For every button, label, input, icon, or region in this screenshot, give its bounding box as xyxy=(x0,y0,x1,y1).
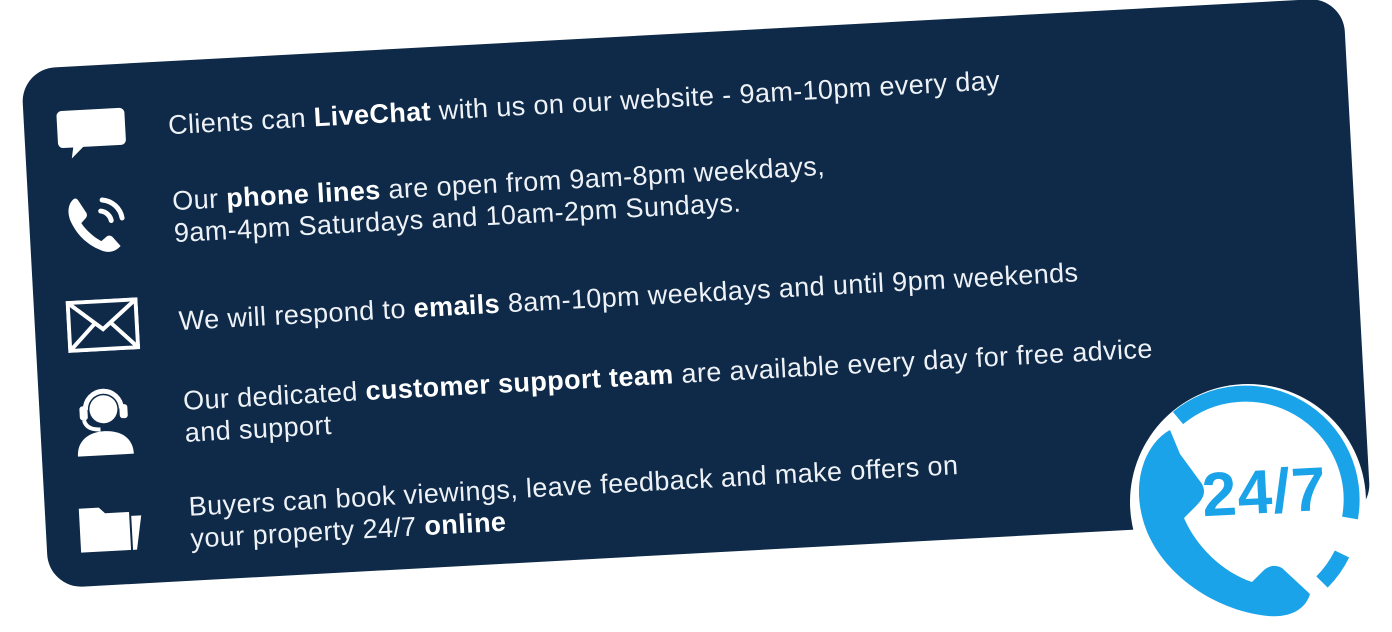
badge-24-7-text: 24/7 xyxy=(1200,454,1329,531)
feature-line: Clients can LiveChat with us on our webs… xyxy=(167,65,1001,141)
phone-ringing-icon xyxy=(68,197,125,252)
chat-bubble-icon xyxy=(56,107,126,159)
feature-text: Our dedicated customer support team are … xyxy=(182,332,1155,448)
feature-line: We will respond to emails 8am-10pm weekd… xyxy=(177,257,1080,336)
headset-agent-icon xyxy=(77,388,134,457)
feature-text: We will respond to emails 8am-10pm weekd… xyxy=(178,256,1079,337)
folder-icon xyxy=(78,507,142,553)
feature-text: Clients can LiveChat with us on our webs… xyxy=(167,64,1000,141)
feature-text: Our phone lines are open from 9am-8pm we… xyxy=(171,150,827,249)
feature-text: Buyers can book viewings, leave feedback… xyxy=(188,449,961,555)
highlight-online: online xyxy=(423,506,508,542)
envelope-icon xyxy=(65,297,141,354)
highlight-livechat: LiveChat xyxy=(313,96,432,133)
highlight-emails: emails xyxy=(412,288,501,324)
